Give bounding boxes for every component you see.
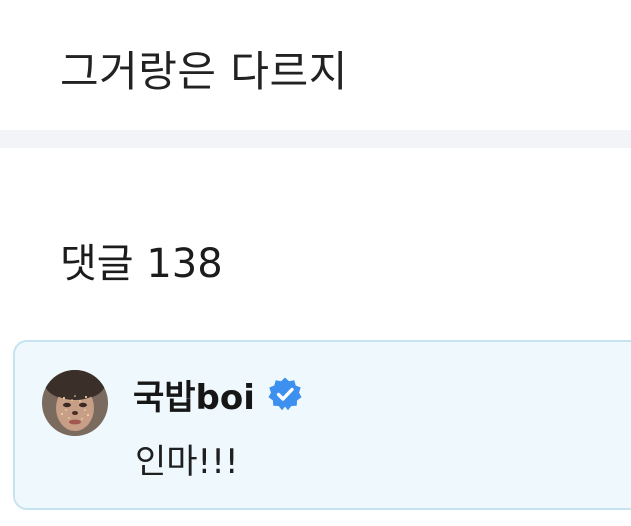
comment-author[interactable]: 국밥boi [133, 366, 303, 422]
user-avatar-icon [42, 370, 108, 436]
post-detail-page: 그거랑은 다르지 댓글 138 국밥boi 인마!!! [0, 0, 631, 526]
comment-text: 인마!!! [135, 442, 239, 482]
comments-count-heading: 댓글 138 [60, 241, 223, 287]
post-body-text: 그거랑은 다르지 [60, 47, 348, 96]
verified-badge-icon [267, 376, 303, 412]
comment-item[interactable]: 국밥boi 인마!!! [13, 340, 631, 510]
avatar[interactable] [42, 370, 108, 436]
section-divider [0, 130, 631, 148]
comment-author-name[interactable]: 국밥boi [133, 370, 255, 419]
